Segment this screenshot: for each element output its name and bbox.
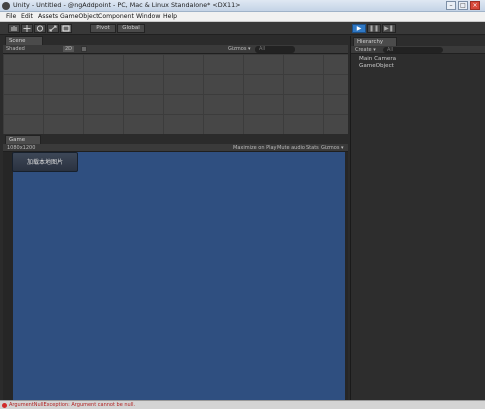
global-label: Global	[122, 25, 140, 31]
lighting-toggle[interactable]	[81, 46, 87, 52]
menu-bar: File Edit Assets GameObject Component Wi…	[0, 12, 485, 22]
menu-window[interactable]: Window	[136, 13, 160, 20]
shading-dropdown[interactable]: Shaded	[6, 46, 25, 52]
maximize-button[interactable]: □	[458, 1, 468, 10]
unity-logo-icon	[2, 2, 10, 10]
tab-game[interactable]: Game	[5, 135, 41, 144]
pause-button[interactable]: ❚❚	[367, 24, 381, 33]
resolution-dropdown[interactable]: 1080x1200	[7, 145, 35, 151]
hierarchy-item-gameobject[interactable]: GameObject	[359, 63, 394, 69]
gizmos-dropdown[interactable]: Gizmos ▾	[228, 46, 251, 52]
scene-toolbar: Shaded 2D Gizmos ▾ All	[3, 45, 348, 54]
menu-help[interactable]: Help	[163, 13, 177, 20]
hand-tool-button[interactable]	[8, 24, 20, 33]
play-button[interactable]: ▶	[352, 24, 366, 33]
error-icon	[2, 403, 7, 408]
game-tab-label: Game	[9, 137, 26, 143]
status-bar: ArgumentNullException: Argument cannot b…	[0, 400, 485, 409]
scene-search-placeholder: All	[259, 46, 266, 52]
minimize-button[interactable]: –	[446, 1, 456, 10]
move-icon	[23, 25, 31, 32]
global-toggle[interactable]: Global	[117, 24, 145, 33]
menu-gameobject[interactable]: GameObject	[60, 13, 99, 20]
game-toolbar: 1080x1200 Maximize on Play Mute audio St…	[3, 144, 348, 152]
pivot-toggle[interactable]: Pivot	[90, 24, 116, 33]
maximize-on-play-toggle[interactable]: Maximize on Play	[233, 145, 277, 151]
mute-audio-toggle[interactable]: Mute audio	[277, 145, 305, 151]
rotate-icon	[36, 25, 44, 32]
create-dropdown[interactable]: Create ▾	[355, 47, 376, 53]
menu-file[interactable]: File	[6, 13, 16, 20]
rect-icon	[62, 25, 70, 32]
scene-tab-label: Scene	[9, 38, 26, 44]
scale-icon	[49, 25, 57, 32]
scene-search-input[interactable]: All	[255, 46, 295, 53]
game-canvas[interactable]	[13, 152, 345, 400]
scene-panel-header: Scene Shaded 2D Gizmos ▾ All	[3, 36, 348, 54]
load-local-image-button[interactable]: 加载本地图片	[12, 152, 78, 172]
pivot-label: Pivot	[96, 25, 110, 31]
tab-scene[interactable]: Scene	[5, 36, 43, 45]
hierarchy-search-input[interactable]: All	[383, 47, 443, 53]
game-viewport	[3, 152, 348, 400]
close-button[interactable]: ×	[470, 1, 480, 10]
stats-toggle[interactable]: Stats	[306, 145, 319, 151]
menu-assets[interactable]: Assets	[38, 13, 58, 20]
hierarchy-tab-label: Hierarchy	[357, 39, 384, 45]
game-panel-header: Game 1080x1200 Maximize on Play Mute aud…	[3, 135, 348, 152]
hierarchy-panel: Hierarchy Create ▾ All Main Camera GameO…	[350, 36, 485, 400]
menu-component[interactable]: Component	[98, 13, 134, 20]
status-message[interactable]: ArgumentNullException: Argument cannot b…	[9, 402, 135, 408]
move-tool-button[interactable]	[21, 24, 33, 33]
main-toolbar: Pivot Global ▶ ❚❚ ▶❚	[0, 22, 485, 35]
scale-tool-button[interactable]	[47, 24, 59, 33]
game-gizmos-dropdown[interactable]: Gizmos ▾	[321, 145, 344, 151]
menu-edit[interactable]: Edit	[21, 13, 33, 20]
tab-hierarchy[interactable]: Hierarchy	[353, 37, 397, 46]
window-title-bar: Unity - Untitled - @ngAddpoint - PC, Mac…	[0, 0, 485, 12]
rotate-tool-button[interactable]	[34, 24, 46, 33]
2d-toggle[interactable]: 2D	[63, 46, 75, 52]
hand-icon	[11, 26, 17, 31]
hierarchy-item-main-camera[interactable]: Main Camera	[359, 56, 396, 62]
hierarchy-toolbar: Create ▾ All	[351, 46, 485, 54]
step-button[interactable]: ▶❚	[382, 24, 396, 33]
hierarchy-search-placeholder: All	[387, 47, 394, 53]
rect-tool-button[interactable]	[60, 24, 72, 33]
window-title: Unity - Untitled - @ngAddpoint - PC, Mac…	[13, 1, 241, 9]
scene-viewport[interactable]	[3, 54, 348, 134]
